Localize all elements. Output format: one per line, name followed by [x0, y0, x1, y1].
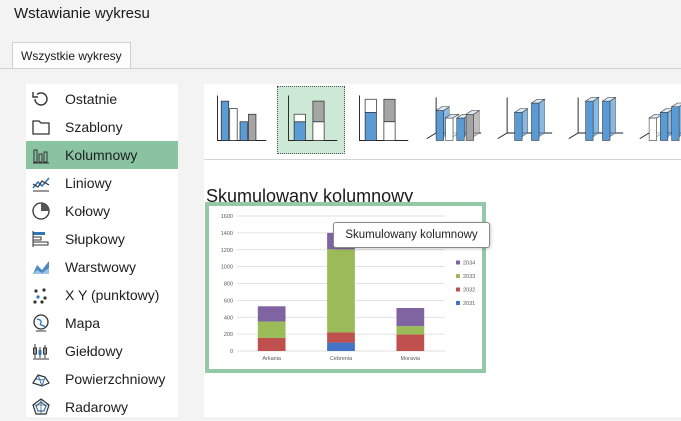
3d-percent-stacked-column-button[interactable]: [561, 86, 629, 154]
column-chart-icon: [30, 144, 52, 166]
stock-chart-icon: [30, 340, 52, 362]
chart-type-label: X Y (punktowy): [65, 287, 160, 303]
x-tick-label: Moravia: [401, 356, 422, 362]
legend-label: 2031: [463, 301, 475, 307]
y-tick-label: 1600: [221, 214, 233, 220]
3d-column-icon: [636, 88, 681, 153]
chart-type-label: Ostatnie: [65, 91, 118, 107]
map-chart-icon: [30, 312, 52, 334]
chart-type-surface-chart[interactable]: Powierzchniowy: [26, 365, 178, 393]
dialog-content: Ostatnie Szablony Kolumnowy Liniowy Kołowy Sł…: [0, 69, 681, 417]
percent-stacked-column-icon: [352, 88, 412, 153]
chart-type-line-chart[interactable]: Liniowy: [26, 169, 178, 197]
legend-swatch: [456, 287, 460, 292]
percent-stacked-column-button[interactable]: [348, 86, 416, 154]
bar-segment: [257, 321, 286, 338]
chart-type-label: Radarowy: [65, 399, 129, 415]
clustered-column-button[interactable]: [206, 86, 274, 154]
3d-stacked-column-icon: [494, 88, 554, 153]
x-tick-label: Cebrenia: [330, 356, 353, 362]
bar-segment: [257, 306, 286, 322]
bar-segment: [327, 249, 355, 333]
area-chart-icon: [30, 256, 52, 278]
chart-type-column-chart[interactable]: Kolumnowy: [26, 141, 178, 169]
chart-type-label: Liniowy: [65, 175, 112, 191]
y-tick-label: 0: [230, 349, 233, 355]
stacked-column-button[interactable]: [277, 86, 345, 154]
bar-segment: [396, 326, 425, 335]
y-tick-label: 1200: [221, 248, 233, 254]
chart-type-bar-chart[interactable]: Słupkowy: [26, 225, 178, 253]
scatter-chart-icon: [30, 284, 52, 306]
chart-type-label: Giełdowy: [65, 343, 123, 359]
y-tick-label: 400: [224, 315, 233, 321]
3d-stacked-column-button[interactable]: [490, 86, 558, 154]
chart-type-stock-chart[interactable]: Giełdowy: [26, 337, 178, 365]
surface-chart-icon: [30, 368, 52, 390]
y-tick-label: 1000: [221, 265, 233, 271]
bar-chart-icon: [30, 228, 52, 250]
legend-swatch: [456, 274, 460, 278]
bar-segment: [396, 307, 425, 327]
chart-type-label: Powierzchniowy: [65, 371, 166, 387]
clustered-column-icon: [210, 88, 270, 153]
tab-bar: Wszystkie wykresy: [0, 30, 681, 70]
chart-type-label: Warstwowy: [65, 259, 137, 275]
3d-clustered-column-button[interactable]: [419, 86, 487, 154]
legend-swatch: [456, 260, 460, 265]
legend-label: 2033: [463, 274, 475, 280]
legend-label: 2032: [463, 288, 475, 294]
x-tick-label: Arkania: [262, 356, 282, 362]
y-tick-label: 200: [224, 332, 233, 338]
3d-column-button[interactable]: [632, 86, 681, 154]
chart-type-pie-chart[interactable]: Kołowy: [26, 197, 178, 225]
legend-swatch: [456, 301, 460, 305]
chart-type-label: Mapa: [65, 315, 101, 331]
y-tick-label: 800: [224, 282, 233, 288]
y-tick-label: 1400: [221, 231, 233, 237]
3d-clustered-column-icon: [423, 88, 483, 153]
3d-percent-stacked-column-icon: [565, 88, 625, 153]
chart-type-recent[interactable]: Ostatnie: [26, 85, 178, 113]
subtype-separator: [204, 159, 681, 160]
stacked-column-icon: [281, 88, 341, 153]
bar-segment: [327, 342, 355, 351]
bar-segment: [396, 334, 425, 351]
chart-type-label: Kolumnowy: [65, 147, 138, 163]
subtype-tooltip: Skumulowany kolumnowy: [333, 222, 490, 248]
line-chart-icon: [30, 172, 52, 194]
folder-icon: [30, 116, 52, 138]
y-tick-label: 600: [224, 298, 233, 304]
chart-type-scatter-chart[interactable]: X Y (punktowy): [26, 281, 178, 309]
bar-segment: [327, 332, 355, 343]
recent-icon: [30, 88, 52, 110]
chart-type-label: Kołowy: [65, 203, 111, 219]
chart-subtype-pane: Skumulowany kolumnowy 0 200 400 600 800 1000 1…: [204, 84, 681, 417]
chart-type-label: Słupkowy: [65, 231, 125, 247]
legend-label: 2034: [463, 261, 475, 267]
chart-type-list: Ostatnie Szablony Kolumnowy Liniowy Kołowy Sł…: [26, 84, 178, 417]
chart-type-folder[interactable]: Szablony: [26, 113, 178, 141]
chart-type-area-chart[interactable]: Warstwowy: [26, 253, 178, 281]
tab-all-charts[interactable]: Wszystkie wykresy: [12, 42, 131, 68]
bar-segment: [257, 337, 286, 351]
title-bar: Wstawianie wykresu: [0, 0, 681, 30]
pie-chart-icon: [30, 200, 52, 222]
radar-chart-icon: [30, 396, 52, 418]
chart-type-map-chart[interactable]: Mapa: [26, 309, 178, 337]
window-title: Wstawianie wykresu: [14, 5, 150, 22]
chart-type-label: Szablony: [65, 119, 123, 135]
